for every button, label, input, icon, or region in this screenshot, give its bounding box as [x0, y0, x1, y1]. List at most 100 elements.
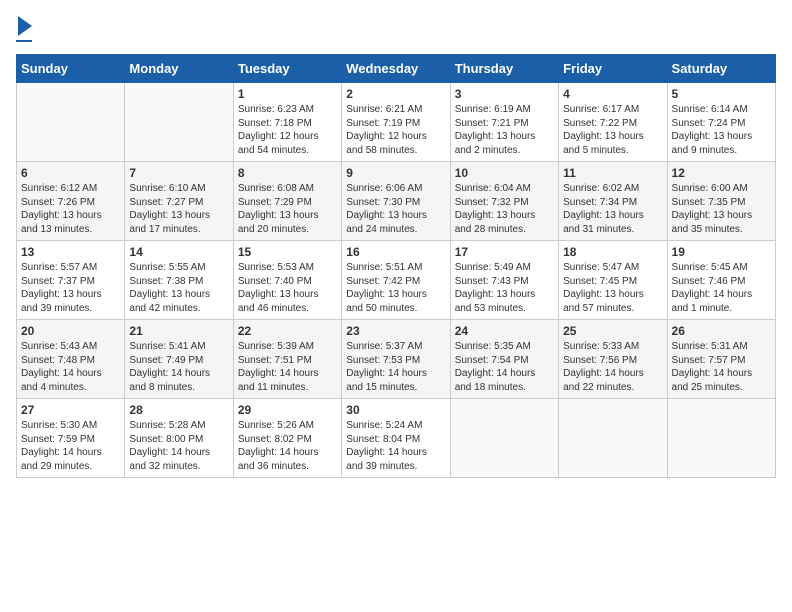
calendar-day-cell: 25 Sunrise: 5:33 AM Sunset: 7:56 PM Dayli… — [559, 320, 667, 399]
day-number: 6 — [21, 166, 120, 180]
day-number: 13 — [21, 245, 120, 259]
empty-cell — [559, 399, 667, 478]
empty-cell — [125, 83, 233, 162]
calendar-day-cell: 4 Sunrise: 6:17 AM Sunset: 7:22 PM Daylig… — [559, 83, 667, 162]
day-content: Sunrise: 6:19 AM Sunset: 7:21 PM Dayligh… — [455, 103, 554, 157]
calendar-day-cell: 10Sunrise: 6:04 AM Sunset: 7:32 PM Dayli… — [450, 162, 558, 241]
calendar-day-cell: 23 Sunrise: 5:37 AM Sunset: 7:53 PM Dayli… — [342, 320, 450, 399]
calendar-day-cell: 17 Sunrise: 5:49 AM Sunset: 7:43 PM Dayli… — [450, 241, 558, 320]
day-number: 29 — [238, 403, 337, 417]
calendar-day-cell: 11 Sunrise: 6:02 AM Sunset: 7:34 PM Dayli… — [559, 162, 667, 241]
day-number: 23 — [346, 324, 445, 338]
day-content: Sunrise: 6:00 AM Sunset: 7:35 PM Dayligh… — [672, 182, 771, 236]
day-content: Sunrise: 5:35 AM Sunset: 7:54 PM Dayligh… — [455, 340, 554, 394]
calendar-day-cell: 13 Sunrise: 5:57 AM Sunset: 7:37 PM Dayli… — [17, 241, 125, 320]
day-content: Sunrise: 5:26 AM Sunset: 8:02 PM Dayligh… — [238, 419, 337, 473]
day-content: Sunrise: 6:04 AM Sunset: 7:32 PM Dayligh… — [455, 182, 554, 236]
calendar-day-cell: 2 Sunrise: 6:21 AM Sunset: 7:19 PM Daylig… — [342, 83, 450, 162]
empty-cell — [17, 83, 125, 162]
calendar-day-cell: 26 Sunrise: 5:31 AM Sunset: 7:57 PM Dayli… — [667, 320, 775, 399]
day-number: 15 — [238, 245, 337, 259]
day-number: 21 — [129, 324, 228, 338]
day-content: Sunrise: 5:33 AM Sunset: 7:56 PM Dayligh… — [563, 340, 662, 394]
logo — [16, 16, 32, 42]
calendar-day-cell: 9 Sunrise: 6:06 AM Sunset: 7:30 PM Daylig… — [342, 162, 450, 241]
day-content: Sunrise: 5:51 AM Sunset: 7:42 PM Dayligh… — [346, 261, 445, 315]
day-number: 19 — [672, 245, 771, 259]
day-content: Sunrise: 5:31 AM Sunset: 7:57 PM Dayligh… — [672, 340, 771, 394]
calendar-day-cell: 8Sunrise: 6:08 AM Sunset: 7:29 PM Daylig… — [233, 162, 341, 241]
day-number: 11 — [563, 166, 662, 180]
day-number: 8 — [238, 166, 337, 180]
weekday-header: Saturday — [667, 55, 775, 83]
calendar-day-cell: 12 Sunrise: 6:00 AM Sunset: 7:35 PM Dayli… — [667, 162, 775, 241]
weekday-header: Monday — [125, 55, 233, 83]
logo-underline — [16, 40, 32, 42]
header — [16, 16, 776, 42]
day-number: 17 — [455, 245, 554, 259]
weekday-header: Sunday — [17, 55, 125, 83]
day-number: 12 — [672, 166, 771, 180]
day-content: Sunrise: 5:41 AM Sunset: 7:49 PM Dayligh… — [129, 340, 228, 394]
day-content: Sunrise: 6:12 AM Sunset: 7:26 PM Dayligh… — [21, 182, 120, 236]
day-content: Sunrise: 5:30 AM Sunset: 7:59 PM Dayligh… — [21, 419, 120, 473]
day-content: Sunrise: 6:17 AM Sunset: 7:22 PM Dayligh… — [563, 103, 662, 157]
empty-cell — [667, 399, 775, 478]
weekday-header: Friday — [559, 55, 667, 83]
day-number: 2 — [346, 87, 445, 101]
day-number: 26 — [672, 324, 771, 338]
calendar-day-cell: 1Sunrise: 6:23 AM Sunset: 7:18 PM Daylig… — [233, 83, 341, 162]
calendar-day-cell: 24 Sunrise: 5:35 AM Sunset: 7:54 PM Dayli… — [450, 320, 558, 399]
day-content: Sunrise: 5:55 AM Sunset: 7:38 PM Dayligh… — [129, 261, 228, 315]
logo-arrow-icon — [18, 16, 32, 36]
day-number: 3 — [455, 87, 554, 101]
day-content: Sunrise: 6:06 AM Sunset: 7:30 PM Dayligh… — [346, 182, 445, 236]
day-content: Sunrise: 5:57 AM Sunset: 7:37 PM Dayligh… — [21, 261, 120, 315]
empty-cell — [450, 399, 558, 478]
day-number: 18 — [563, 245, 662, 259]
day-content: Sunrise: 5:43 AM Sunset: 7:48 PM Dayligh… — [21, 340, 120, 394]
calendar-day-cell: 19 Sunrise: 5:45 AM Sunset: 7:46 PM Dayli… — [667, 241, 775, 320]
day-content: Sunrise: 5:45 AM Sunset: 7:46 PM Dayligh… — [672, 261, 771, 315]
calendar-day-cell: 27Sunrise: 5:30 AM Sunset: 7:59 PM Dayli… — [17, 399, 125, 478]
calendar-day-cell: 6 Sunrise: 6:12 AM Sunset: 7:26 PM Daylig… — [17, 162, 125, 241]
weekday-header: Thursday — [450, 55, 558, 83]
day-number: 5 — [672, 87, 771, 101]
day-content: Sunrise: 5:24 AM Sunset: 8:04 PM Dayligh… — [346, 419, 445, 473]
day-number: 7 — [129, 166, 228, 180]
calendar-day-cell: 30 Sunrise: 5:24 AM Sunset: 8:04 PM Dayli… — [342, 399, 450, 478]
calendar-day-cell: 16 Sunrise: 5:51 AM Sunset: 7:42 PM Dayli… — [342, 241, 450, 320]
day-content: Sunrise: 5:37 AM Sunset: 7:53 PM Dayligh… — [346, 340, 445, 394]
day-content: Sunrise: 6:23 AM Sunset: 7:18 PM Dayligh… — [238, 103, 337, 157]
calendar-day-cell: 22Sunrise: 5:39 AM Sunset: 7:51 PM Dayli… — [233, 320, 341, 399]
day-number: 4 — [563, 87, 662, 101]
calendar-day-cell: 18 Sunrise: 5:47 AM Sunset: 7:45 PM Dayli… — [559, 241, 667, 320]
day-number: 20 — [21, 324, 120, 338]
weekday-header: Wednesday — [342, 55, 450, 83]
day-content: Sunrise: 6:21 AM Sunset: 7:19 PM Dayligh… — [346, 103, 445, 157]
day-content: Sunrise: 6:02 AM Sunset: 7:34 PM Dayligh… — [563, 182, 662, 236]
day-number: 16 — [346, 245, 445, 259]
day-number: 25 — [563, 324, 662, 338]
day-number: 30 — [346, 403, 445, 417]
calendar-day-cell: 15 Sunrise: 5:53 AM Sunset: 7:40 PM Dayli… — [233, 241, 341, 320]
day-number: 9 — [346, 166, 445, 180]
calendar-day-cell: 29 Sunrise: 5:26 AM Sunset: 8:02 PM Dayli… — [233, 399, 341, 478]
calendar-day-cell: 21 Sunrise: 5:41 AM Sunset: 7:49 PM Dayli… — [125, 320, 233, 399]
day-content: Sunrise: 5:28 AM Sunset: 8:00 PM Dayligh… — [129, 419, 228, 473]
day-content: Sunrise: 5:53 AM Sunset: 7:40 PM Dayligh… — [238, 261, 337, 315]
day-content: Sunrise: 6:14 AM Sunset: 7:24 PM Dayligh… — [672, 103, 771, 157]
day-content: Sunrise: 6:10 AM Sunset: 7:27 PM Dayligh… — [129, 182, 228, 236]
calendar-table: SundayMondayTuesdayWednesdayThursdayFrid… — [16, 54, 776, 478]
calendar-day-cell: 3 Sunrise: 6:19 AM Sunset: 7:21 PM Daylig… — [450, 83, 558, 162]
day-number: 28 — [129, 403, 228, 417]
day-content: Sunrise: 5:39 AM Sunset: 7:51 PM Dayligh… — [238, 340, 337, 394]
calendar-day-cell: 14Sunrise: 5:55 AM Sunset: 7:38 PM Dayli… — [125, 241, 233, 320]
calendar-day-cell: 20 Sunrise: 5:43 AM Sunset: 7:48 PM Dayli… — [17, 320, 125, 399]
calendar-day-cell: 7 Sunrise: 6:10 AM Sunset: 7:27 PM Daylig… — [125, 162, 233, 241]
day-content: Sunrise: 5:49 AM Sunset: 7:43 PM Dayligh… — [455, 261, 554, 315]
day-content: Sunrise: 5:47 AM Sunset: 7:45 PM Dayligh… — [563, 261, 662, 315]
day-number: 24 — [455, 324, 554, 338]
weekday-header: Tuesday — [233, 55, 341, 83]
calendar-day-cell: 28 Sunrise: 5:28 AM Sunset: 8:00 PM Dayli… — [125, 399, 233, 478]
